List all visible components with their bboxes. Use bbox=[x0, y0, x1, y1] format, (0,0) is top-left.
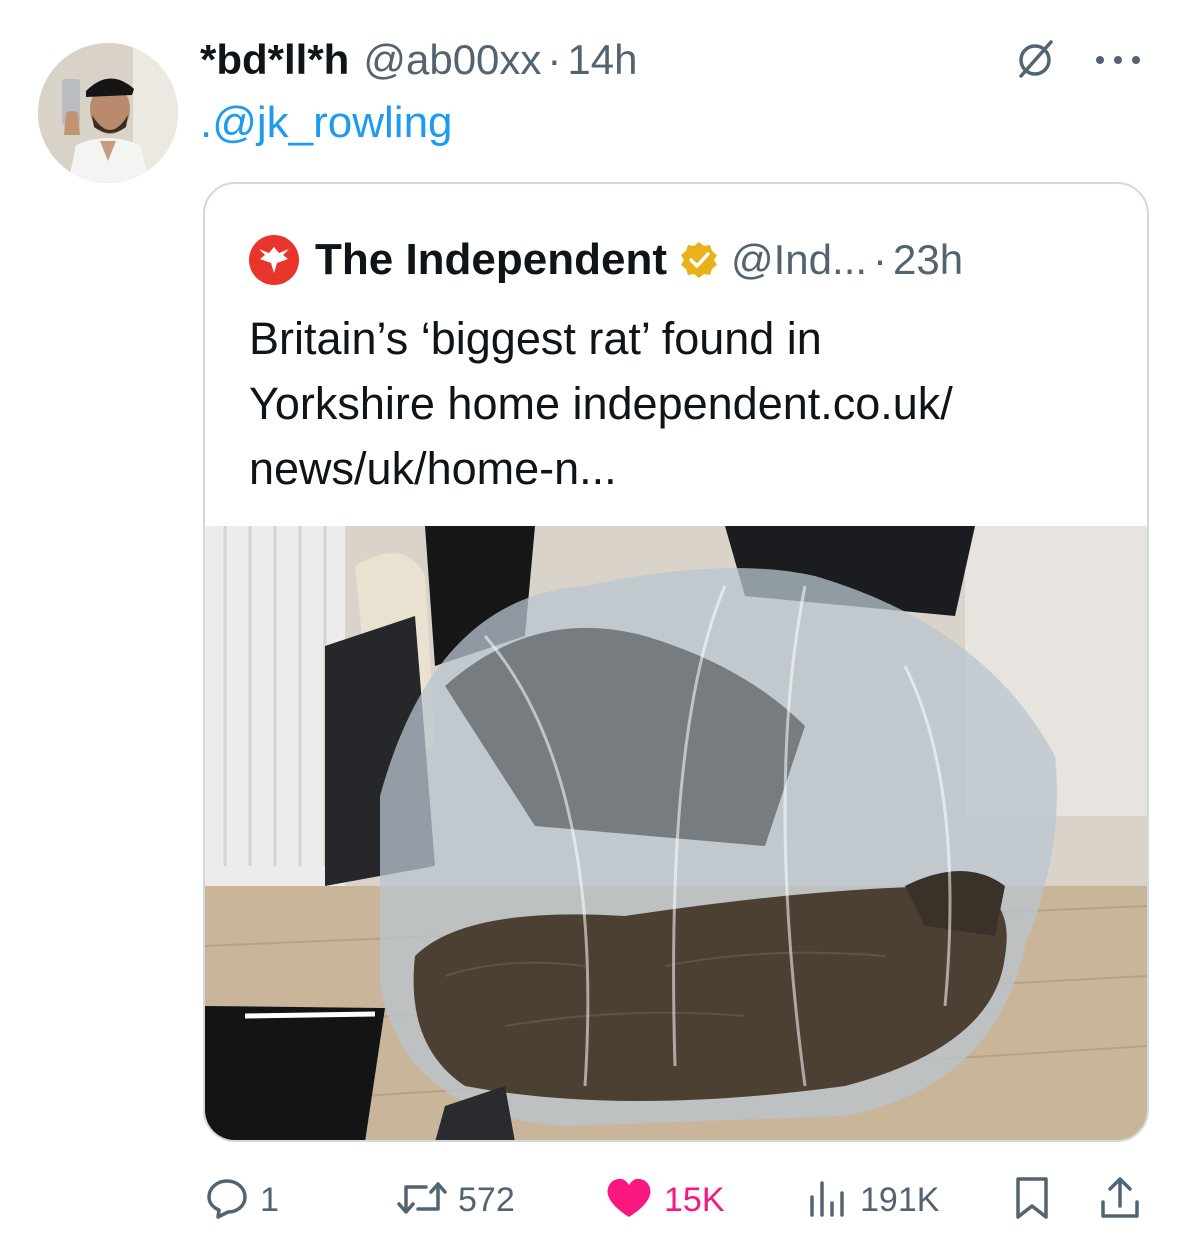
retweet-count: 572 bbox=[458, 1180, 515, 1219]
quoted-text-line: Britain’s ‘biggest rat’ found in bbox=[249, 313, 822, 364]
reply-button[interactable]: 1 bbox=[204, 1165, 279, 1235]
bookmark-button[interactable] bbox=[1012, 1165, 1052, 1235]
quoted-tweet-card[interactable]: The Independent @Ind... · 23h Britain’s … bbox=[203, 182, 1149, 1142]
retweet-button[interactable]: 572 bbox=[396, 1165, 515, 1235]
quoted-text-line: Yorkshire home independent.co.uk/ bbox=[249, 378, 953, 429]
quoted-handle[interactable]: @Ind... bbox=[731, 236, 867, 284]
share-button[interactable] bbox=[1098, 1165, 1142, 1235]
author-display-name[interactable]: *bd*ll*h bbox=[200, 36, 349, 84]
heart-icon bbox=[604, 1175, 654, 1226]
tweet-timestamp[interactable]: 14h bbox=[567, 36, 637, 84]
views-button[interactable]: 191K bbox=[806, 1165, 939, 1235]
quoted-text-line: news/uk/home-n... bbox=[249, 443, 617, 494]
quoted-header-separator: · bbox=[873, 236, 888, 283]
author-handle[interactable]: @ab00xx bbox=[363, 36, 541, 84]
independent-eagle-icon[interactable] bbox=[249, 235, 299, 285]
quoted-display-name[interactable]: The Independent bbox=[315, 235, 667, 285]
views-count: 191K bbox=[860, 1180, 940, 1219]
like-count: 15K bbox=[664, 1180, 725, 1219]
mute-icon[interactable] bbox=[1012, 37, 1058, 83]
quoted-tweet-header: The Independent @Ind... · 23h bbox=[249, 232, 963, 288]
tweet-header: *bd*ll*h @ab00xx · 14h bbox=[200, 30, 1100, 90]
author-avatar[interactable] bbox=[38, 43, 178, 183]
reply-icon bbox=[204, 1175, 250, 1226]
reply-count: 1 bbox=[260, 1180, 279, 1219]
like-button[interactable]: 15K bbox=[604, 1165, 725, 1235]
quoted-timestamp[interactable]: 23h bbox=[893, 236, 963, 284]
more-options-icon[interactable] bbox=[1090, 40, 1146, 80]
retweet-icon bbox=[396, 1175, 448, 1226]
views-chart-icon bbox=[806, 1175, 850, 1226]
share-icon bbox=[1098, 1174, 1142, 1227]
quoted-media-photo[interactable] bbox=[205, 526, 1147, 1140]
header-separator: · bbox=[547, 36, 562, 83]
tweet-action-bar: 1 572 15K 191K bbox=[200, 1165, 1160, 1235]
quoted-tweet-text: Britain’s ‘biggest rat’ found in Yorkshi… bbox=[249, 306, 1109, 501]
bookmark-icon bbox=[1012, 1174, 1052, 1227]
tweet-text[interactable]: .@jk_rowling bbox=[200, 98, 453, 148]
verified-badge-icon[interactable] bbox=[679, 240, 719, 280]
